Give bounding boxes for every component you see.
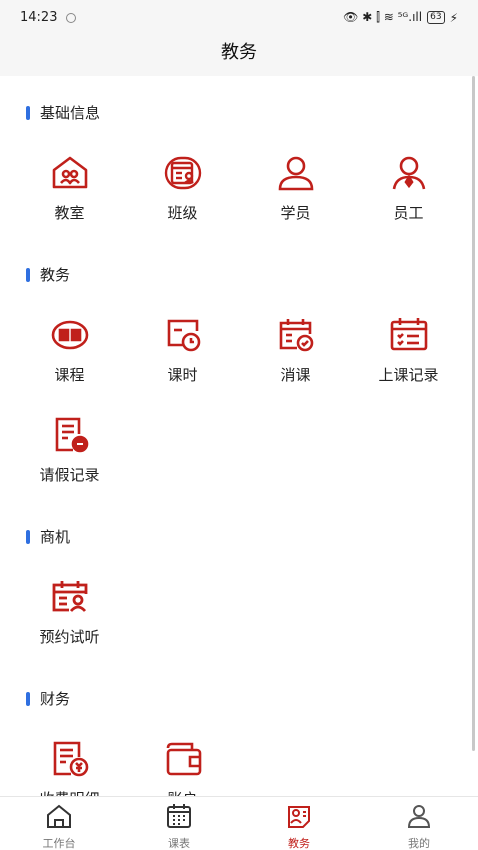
section-marker: [26, 529, 30, 544]
item-course[interactable]: 课程: [13, 314, 126, 404]
item-wallet[interactable]: 账户: [126, 738, 239, 796]
scrollbar[interactable]: [472, 76, 475, 751]
status-bar: 14:23 👁 ✱ ⫿ ≋ ⁵ᴳ.ıll 63 ⚡: [0, 0, 478, 36]
item-label: 员工: [393, 204, 424, 222]
class-hour-icon: [162, 314, 204, 356]
item-attendance-record[interactable]: 上课记录: [352, 314, 465, 404]
item-student[interactable]: 学员: [239, 152, 352, 242]
leave-record-icon: [49, 414, 91, 456]
tab-label: 工作台: [42, 837, 76, 850]
main-content[interactable]: 基础信息 教室 班级 学员 员工 教务 课程 课时 消课 上课记录 请假记录 商…: [0, 76, 478, 796]
page-title: 教务: [221, 42, 257, 63]
section-marker: [26, 267, 30, 282]
battery-icon: 63: [427, 11, 445, 24]
timetable-icon: [167, 804, 191, 828]
profile-icon: [407, 805, 431, 828]
tab-workbench[interactable]: 工作台: [19, 801, 99, 850]
item-fee-details[interactable]: 收费明细: [13, 738, 126, 796]
status-icons: 👁 ✱ ⫿ ≋ ⁵ᴳ.ıll: [343, 10, 423, 24]
item-label: 消课: [280, 366, 311, 384]
item-trial-booking[interactable]: 预约试听: [13, 576, 126, 666]
item-label: 课程: [54, 366, 85, 384]
item-class-hour[interactable]: 课时: [126, 314, 239, 404]
item-label: 上课记录: [378, 366, 439, 384]
item-consume-class[interactable]: 消课: [239, 314, 352, 404]
staff-icon: [388, 152, 430, 194]
classroom-icon: [49, 152, 91, 194]
status-indicators: 👁 ✱ ⫿ ≋ ⁵ᴳ.ıll 63 ⚡: [343, 10, 458, 25]
item-label: 班级: [167, 204, 198, 222]
wallet-icon: [162, 738, 204, 780]
page-header: 教务: [0, 36, 478, 76]
item-classroom[interactable]: 教室: [13, 152, 126, 242]
class-icon: [162, 152, 204, 194]
item-class[interactable]: 班级: [126, 152, 239, 242]
home-icon: [47, 804, 71, 828]
tab-timetable[interactable]: 课表: [139, 801, 219, 850]
consume-class-icon: [275, 314, 317, 356]
section-label: 基础信息: [40, 104, 101, 122]
fee-details-icon: [49, 738, 91, 780]
bottom-tab-bar: 工作台 课表 教务 我的: [0, 796, 478, 850]
section-marker: [26, 105, 30, 120]
tab-label: 我的: [408, 837, 430, 850]
item-label: 课时: [167, 366, 198, 384]
section-title-opportunity: 商机: [26, 526, 70, 547]
tab-label: 课表: [168, 837, 190, 850]
status-time: 14:23: [20, 10, 58, 25]
student-icon: [275, 152, 317, 194]
section-marker: [26, 691, 30, 706]
section-title-finance: 财务: [26, 688, 70, 709]
course-book-icon: [49, 314, 91, 356]
tab-academic[interactable]: 教务: [259, 801, 339, 850]
item-leave-record[interactable]: 请假记录: [13, 414, 126, 504]
academic-icon: [288, 806, 310, 828]
item-label: 学员: [280, 204, 311, 222]
item-label: 账户: [126, 788, 239, 796]
status-dot-icon: [66, 13, 76, 23]
item-label: 教室: [54, 204, 85, 222]
item-staff[interactable]: 员工: [352, 152, 465, 242]
tab-label: 教务: [288, 837, 310, 850]
attendance-record-icon: [388, 314, 430, 356]
section-label: 财务: [40, 690, 71, 708]
tab-profile[interactable]: 我的: [379, 801, 459, 850]
trial-booking-icon: [49, 576, 91, 618]
item-label: 请假记录: [39, 466, 100, 484]
section-label: 商机: [40, 528, 71, 546]
item-label: 收费明细: [13, 788, 126, 796]
section-label: 教务: [40, 266, 71, 284]
charging-icon: ⚡: [449, 10, 458, 25]
item-label: 预约试听: [39, 628, 100, 646]
section-title-basic-info: 基础信息: [26, 102, 100, 123]
section-title-academic: 教务: [26, 264, 70, 285]
